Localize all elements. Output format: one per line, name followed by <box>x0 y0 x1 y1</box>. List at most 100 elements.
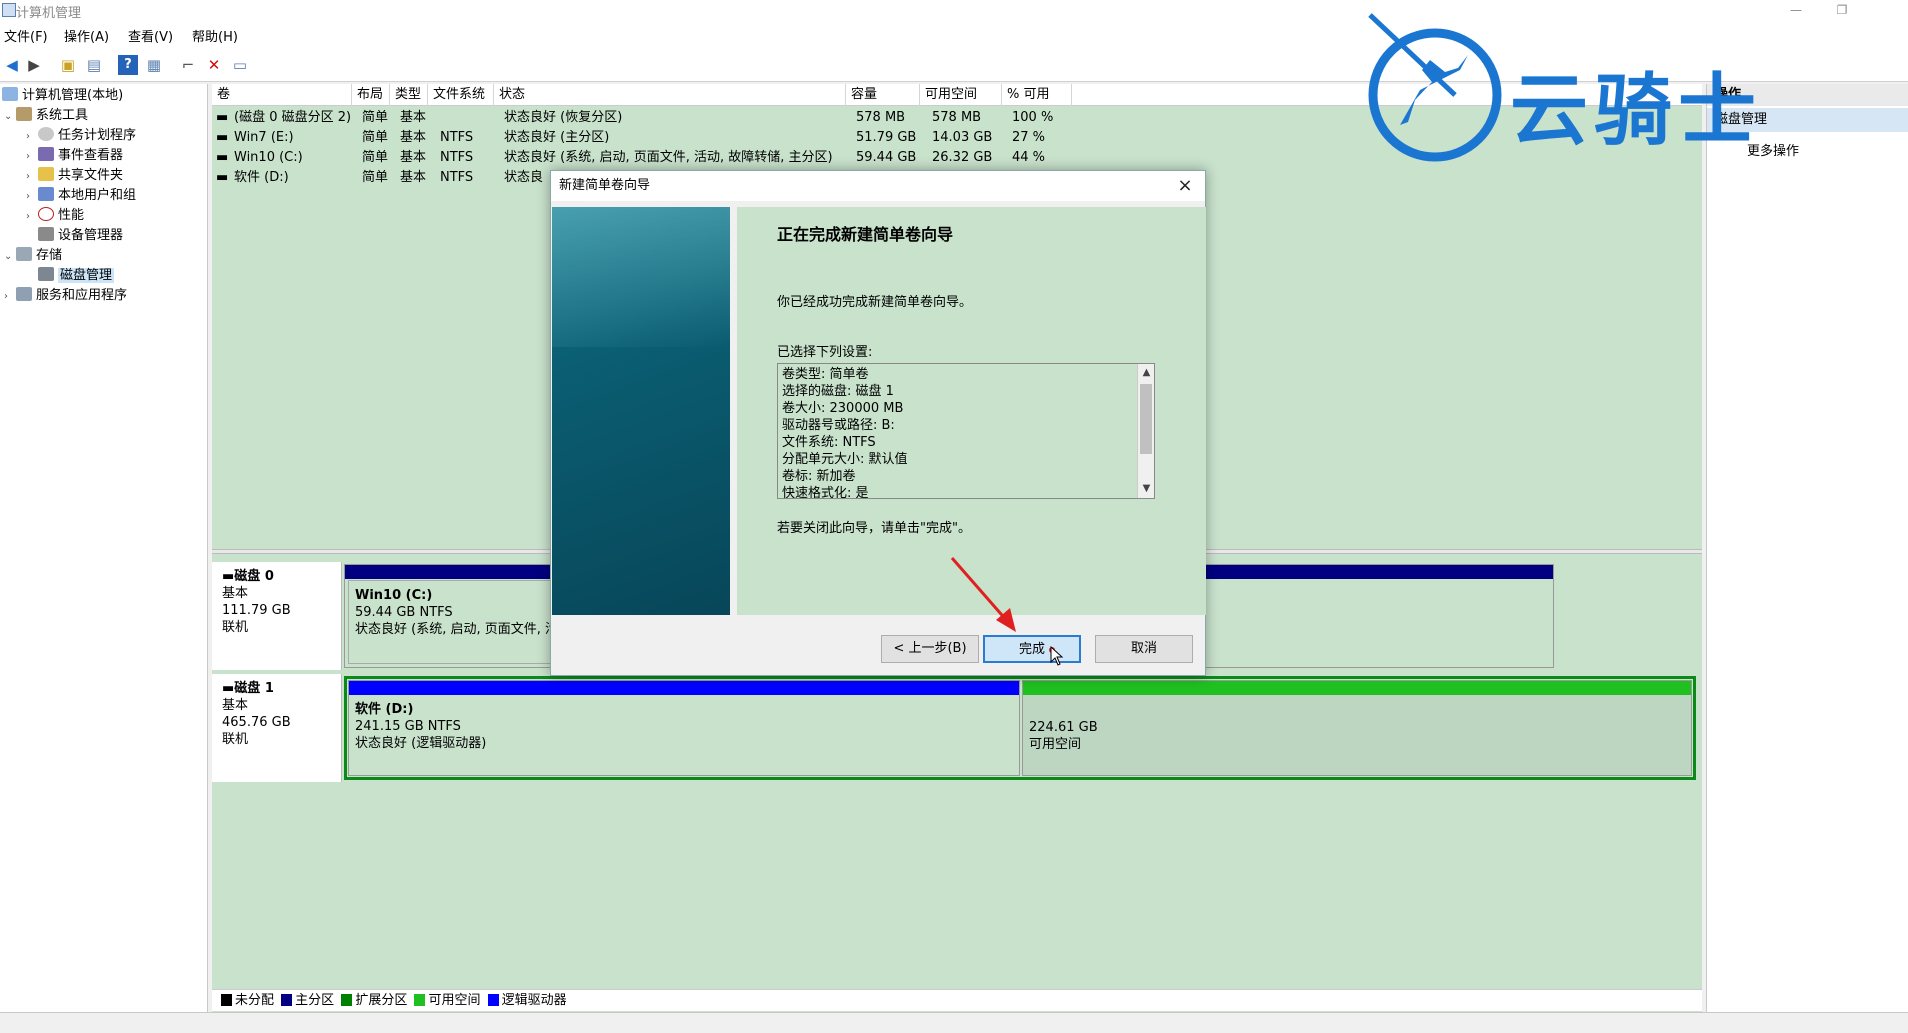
services-icon <box>16 287 32 301</box>
col-status[interactable]: 状态 <box>494 84 846 106</box>
dialog-close-button[interactable]: × <box>1165 171 1205 201</box>
free-space-bar <box>1023 681 1691 695</box>
collapse-icon[interactable]: ⌄ <box>4 107 16 127</box>
expand-icon[interactable]: › <box>26 167 38 187</box>
legend: 未分配 主分区 扩展分区 可用空间 逻辑驱动器 <box>212 989 1702 1011</box>
logical-drive-bar <box>349 681 1019 695</box>
tree-item-task-scheduler[interactable]: › 任务计划程序 <box>26 126 136 146</box>
tools-icon <box>16 107 32 121</box>
list-item: 分配单元大小: 默认值 <box>782 452 908 467</box>
list-item: 卷标: 新加卷 <box>782 469 856 484</box>
settings-scrollbar[interactable]: ▲ ▼ <box>1137 364 1154 498</box>
clock-icon <box>38 127 54 141</box>
tree-item-system-tools[interactable]: ⌄ 系统工具 <box>4 106 88 126</box>
wizard-body: 正在完成新建简单卷向导 你已经成功完成新建简单卷向导。 已选择下列设置: 卷类型… <box>737 207 1206 615</box>
watermark: 云骑士 <box>1360 10 1840 170</box>
navigation-tree: 计算机管理(本地) ⌄ 系统工具 › 任务计划程序 › 事件查看器 › 共享文件夹 › 本… <box>0 84 208 1012</box>
menu-file[interactable]: 文件(F) <box>4 26 48 45</box>
list-item: 选择的磁盘: 磁盘 1 <box>782 384 894 399</box>
forward-icon[interactable]: ▶ <box>24 55 44 75</box>
scroll-down-icon[interactable]: ▼ <box>1138 480 1154 498</box>
properties-icon[interactable]: ▦ <box>144 55 164 75</box>
settings-label: 已选择下列设置: <box>777 345 873 360</box>
window-title: 计算机管理 <box>16 6 82 21</box>
help-icon[interactable]: ? <box>118 55 138 75</box>
col-filesystem[interactable]: 文件系统 <box>428 84 494 106</box>
tree-item-disk-management[interactable]: 磁盘管理 <box>26 266 115 286</box>
list-item: 卷类型: 简单卷 <box>782 367 869 382</box>
volume-icon: ▬ <box>216 150 229 165</box>
list-item: 卷大小: 230000 MB <box>782 401 904 416</box>
tree-item-computer-management[interactable]: 计算机管理(本地) <box>2 86 123 106</box>
tree-item-event-viewer[interactable]: › 事件查看器 <box>26 146 123 166</box>
col-percent-free[interactable]: % 可用 <box>1002 84 1072 106</box>
legend-swatch <box>221 994 232 1006</box>
legend-swatch <box>487 994 499 1006</box>
back-button[interactable]: < 上一步(B) <box>881 635 979 663</box>
expand-icon[interactable]: › <box>26 187 38 207</box>
expand-icon[interactable]: › <box>26 207 38 227</box>
disk-management-icon <box>38 267 54 281</box>
tree-item-local-users[interactable]: › 本地用户和组 <box>26 186 136 206</box>
finish-button[interactable]: 完成 <box>983 635 1081 663</box>
show-hide-tree-icon[interactable]: ▤ <box>84 55 104 75</box>
expand-icon[interactable]: › <box>4 287 16 307</box>
volume-icon: ▬ <box>216 110 229 125</box>
col-type[interactable]: 类型 <box>390 84 428 106</box>
volume-icon: ▬ <box>216 170 229 185</box>
wizard-success-text: 你已经成功完成新建简单卷向导。 <box>777 295 973 310</box>
new-simple-volume-wizard: 新建简单卷向导 × 正在完成新建简单卷向导 你已经成功完成新建简单卷向导。 已选… <box>550 170 1206 676</box>
dialog-footer: < 上一步(B) 完成 取消 <box>551 615 1205 675</box>
list-item: 快速格式化: 是 <box>782 486 869 499</box>
mouse-cursor-icon <box>1050 646 1064 666</box>
cancel-button[interactable]: 取消 <box>1095 635 1193 663</box>
collapse-icon[interactable]: ⌄ <box>4 247 16 267</box>
tree-item-shared-folders[interactable]: › 共享文件夹 <box>26 166 123 186</box>
expand-icon[interactable]: › <box>26 147 38 167</box>
disk-0-label[interactable]: ▬磁盘 0 基本 111.79 GB 联机 <box>212 562 342 670</box>
legend-swatch <box>414 994 426 1006</box>
delete-icon[interactable]: ✕ <box>204 55 224 75</box>
performance-icon <box>38 207 54 221</box>
tree-item-performance[interactable]: › 性能 <box>26 206 84 226</box>
back-icon[interactable]: ◀ <box>2 55 22 75</box>
disk-icon: ▬ <box>222 681 235 696</box>
legend-swatch <box>281 994 293 1006</box>
users-icon <box>38 187 54 201</box>
col-capacity[interactable]: 容量 <box>846 84 920 106</box>
actions-pane: 操作 磁盘管理 更多操作 <box>1706 84 1908 1012</box>
list-item: 驱动器号或路径: B: <box>782 418 895 433</box>
tree-item-device-manager[interactable]: 设备管理器 <box>26 226 123 246</box>
col-layout[interactable]: 布局 <box>352 84 390 106</box>
list-item: 文件系统: NTFS <box>782 435 876 450</box>
watermark-text: 云骑士 <box>1510 66 1763 156</box>
knight-logo-icon <box>1368 13 1502 162</box>
menu-help[interactable]: 帮助(H) <box>192 26 238 45</box>
dialog-title: 新建简单卷向导 <box>551 171 1205 201</box>
partition-d[interactable]: 软件 (D:) 241.15 GB NTFS 状态良好 (逻辑驱动器) <box>348 680 1020 776</box>
close-hint-text: 若要关闭此向导，请单击"完成"。 <box>777 521 971 536</box>
col-volume[interactable]: 卷 <box>212 84 352 106</box>
status-bar <box>0 1012 1908 1033</box>
legend-swatch <box>341 994 353 1006</box>
shared-folder-icon <box>38 167 54 181</box>
menu-view[interactable]: 查看(V) <box>128 26 173 45</box>
up-folder-icon[interactable]: ▣ <box>58 55 78 75</box>
disk-1-label[interactable]: ▬磁盘 1 基本 465.76 GB 联机 <box>212 674 342 782</box>
scrollbar-thumb[interactable] <box>1140 384 1152 454</box>
col-free-space[interactable]: 可用空间 <box>920 84 1002 106</box>
scroll-up-icon[interactable]: ▲ <box>1138 364 1154 382</box>
disk-icon: ▬ <box>222 569 235 584</box>
connect-icon[interactable]: ⌐ <box>178 55 198 75</box>
wizard-banner <box>552 207 730 615</box>
event-viewer-icon <box>38 147 54 161</box>
tree-item-services-apps[interactable]: › 服务和应用程序 <box>4 286 127 306</box>
menu-action[interactable]: 操作(A) <box>64 26 109 45</box>
device-manager-icon <box>38 227 54 241</box>
tree-item-storage[interactable]: ⌄ 存储 <box>4 246 62 266</box>
disk-icon[interactable]: ▭ <box>230 55 250 75</box>
free-space-partition[interactable]: 224.61 GB 可用空间 <box>1022 680 1692 776</box>
expand-icon[interactable]: › <box>26 127 38 147</box>
settings-list[interactable]: 卷类型: 简单卷 选择的磁盘: 磁盘 1 卷大小: 230000 MB 驱动器号… <box>777 363 1155 499</box>
computer-management-icon <box>2 3 16 17</box>
